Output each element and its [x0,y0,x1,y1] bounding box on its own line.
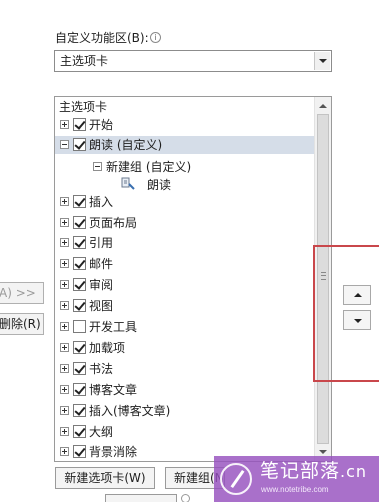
tree-item-label: 开发工具 [89,320,138,334]
checkbox-developer[interactable] [73,320,86,333]
expand-icon[interactable] [60,427,69,436]
info-icon: i [150,32,161,43]
checkbox-home[interactable] [73,118,86,131]
checkbox-view[interactable] [73,299,86,312]
tree-item-label: 插入 [89,195,114,209]
expand-icon[interactable] [60,322,69,331]
tree-item-mailings[interactable]: 邮件 [55,255,315,273]
tree-item-label: 博客文章 [89,383,138,397]
tree-item-add-ins[interactable]: 加载项 [55,339,315,357]
move-down-button[interactable] [343,310,371,330]
collapse-icon[interactable] [60,140,69,149]
info-icon [181,494,190,502]
tree-item-label: 审阅 [89,278,114,292]
reset-button[interactable] [105,494,177,502]
expand-icon[interactable] [60,280,69,289]
ribbon-tabs-dropdown[interactable]: 主选项卡 [54,50,332,72]
scroll-up-icon[interactable] [319,104,327,108]
expand-icon[interactable] [60,385,69,394]
tree-item-insert[interactable]: 插入 [55,193,315,211]
dropdown-selected-value: 主选项卡 [60,54,109,68]
expand-icon[interactable] [60,343,69,352]
add-button[interactable]: A) >> [0,282,44,304]
customize-ribbon-label: 自定义功能区(B): [55,31,149,45]
watermark-title: 笔记部落.cn [260,460,368,482]
tree-item-label: 朗读 (自定义) [89,138,163,152]
watermark: 笔记部落.cn www.notetribe.com [214,456,379,502]
remove-button[interactable]: 删除(R) [0,313,44,335]
tree-item-label: 朗读 [147,178,172,192]
pen-logo-icon [220,463,252,495]
tree-item-blog-post[interactable]: 博客文章 [55,381,315,399]
expand-icon[interactable] [60,259,69,268]
move-up-button[interactable] [343,285,371,305]
checkbox-page-layout[interactable] [73,216,86,229]
triangle-up-icon [354,293,362,297]
tree-item-insert-blog-post[interactable]: 插入(博客文章) [55,402,315,420]
expand-icon[interactable] [60,406,69,415]
tree-item-label: 大纲 [89,425,114,439]
tree-item-page-layout[interactable]: 页面布局 [55,214,315,232]
expand-icon[interactable] [60,447,69,456]
checkbox-calligraphy[interactable] [73,362,86,375]
triangle-down-icon [354,319,362,323]
tree-header: 主选项卡 [59,100,108,114]
tree-item-label: 邮件 [89,257,114,271]
new-tab-button[interactable]: 新建选项卡(W) [55,467,155,489]
tree-item-label: 视图 [89,299,114,313]
tree-item-calligraphy[interactable]: 书法 [55,360,315,378]
tree-item-view[interactable]: 视图 [55,297,315,315]
tree-item-label: 背景消除 [89,445,138,459]
collapse-icon[interactable] [93,162,102,171]
tree-item-label: 新建组 (自定义) [106,160,192,174]
checkbox-references[interactable] [73,236,86,249]
tree-item-references[interactable]: 引用 [55,234,315,252]
checkbox-insert[interactable] [73,195,86,208]
checkbox-insert-blog-post[interactable] [73,404,86,417]
tree-item-read-aloud-command[interactable]: 朗读 [55,176,315,194]
tree-item-label: 插入(博客文章) [89,404,171,418]
expand-icon[interactable] [60,238,69,247]
expand-icon[interactable] [60,197,69,206]
tree-item-read-aloud-custom[interactable]: 朗读 (自定义) [55,136,315,154]
expand-icon[interactable] [60,301,69,310]
speech-icon [121,177,135,190]
tree-item-review[interactable]: 审阅 [55,276,315,294]
checkbox-mailings[interactable] [73,257,86,270]
expand-icon[interactable] [60,218,69,227]
tree-item-label: 加载项 [89,341,126,355]
tree-item-label: 引用 [89,236,114,250]
checkbox-add-ins[interactable] [73,341,86,354]
checkbox-outlining[interactable] [73,425,86,438]
expand-icon[interactable] [60,120,69,129]
tree-item-home[interactable]: 开始 [55,116,315,134]
checkbox-review[interactable] [73,278,86,291]
checkbox-background-removal[interactable] [73,445,86,458]
tree-item-label: 书法 [89,362,114,376]
tree-item-new-group-custom[interactable]: 新建组 (自定义) [55,158,315,176]
tree-item-label: 开始 [89,118,114,132]
expand-icon[interactable] [60,364,69,373]
checkbox-blog-post[interactable] [73,383,86,396]
tree-item-label: 页面布局 [89,216,138,230]
ribbon-tabs-tree[interactable]: 主选项卡 开始 朗读 (自定义) 新建组 (自定义) 朗读 插入 页面布局 引用… [54,96,332,462]
checkbox-read-aloud[interactable] [73,138,86,151]
watermark-url: www.notetribe.com [261,485,329,494]
tree-item-developer[interactable]: 开发工具 [55,318,315,336]
tree-item-outlining[interactable]: 大纲 [55,423,315,441]
scroll-down-icon[interactable] [319,450,327,454]
chevron-down-icon[interactable] [314,52,330,70]
